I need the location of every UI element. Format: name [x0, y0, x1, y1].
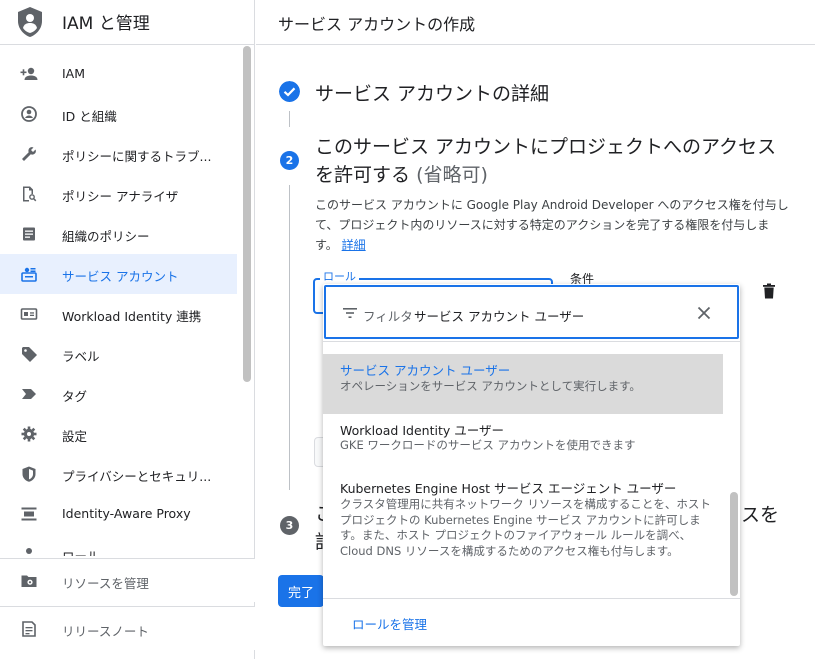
- sidebar-item-policy-troubleshooter[interactable]: ポリシーに関するトラブ...: [0, 134, 237, 174]
- id-card-icon: [20, 308, 38, 320]
- proxy-icon: [21, 507, 37, 521]
- step2-title-text: このサービス アカウントにプロジェクトへのアクセスを許可する: [315, 136, 777, 186]
- sidebar-item-label: Workload Identity 連携: [62, 309, 202, 324]
- sidebar-item-service-accounts[interactable]: サービス アカウント: [0, 254, 237, 294]
- sidebar-bottom-label: リリースノート: [62, 624, 149, 639]
- sidebar: IAM と管理 IAM ID と組織 ポリシーに関するトラブ... ポリシー ア…: [0, 0, 255, 659]
- role-option-description: オペレーションをサービス アカウントとして実行します。: [340, 379, 641, 393]
- role-dropdown: フィルタ サービス アカウント ユーザー サービス アカウント ユーザー オペレ…: [323, 284, 740, 646]
- sidebar-scrollbar[interactable]: [243, 46, 251, 382]
- tag-icon: [22, 347, 37, 362]
- gear-icon: [21, 426, 37, 442]
- filter-value: サービス アカウント ユーザー: [414, 309, 585, 324]
- sidebar-item-privacy-security[interactable]: プライバシーとセキュリ...: [0, 454, 237, 494]
- shield-icon: [22, 466, 36, 482]
- role-filter-input[interactable]: フィルタ サービス アカウント ユーザー: [324, 285, 739, 339]
- list-doc-icon: [23, 227, 35, 241]
- role-icon: [26, 548, 32, 554]
- filter-label: フィルタ: [363, 309, 413, 324]
- sidebar-item-label: Identity-Aware Proxy: [62, 506, 191, 521]
- role-option-description: GKE ワークロードのサービス アカウントを使用できます: [340, 438, 636, 452]
- sidebar-item-label: 設定: [62, 429, 88, 444]
- done-button[interactable]: 完了: [278, 575, 324, 607]
- sidebar-item-settings[interactable]: 設定: [0, 414, 237, 454]
- role-option-name: Kubernetes Engine Host サービス エージェント ユーザー: [340, 481, 677, 496]
- iam-shield-icon: [18, 7, 42, 37]
- sidebar-manage-resources[interactable]: リソースを管理: [0, 558, 255, 602]
- step-complete-check-icon: [279, 81, 300, 102]
- role-option-workload-identity-user[interactable]: Workload Identity ユーザー GKE ワークロードのサービス ア…: [323, 414, 723, 469]
- sidebar-item-identity-aware-proxy[interactable]: Identity-Aware Proxy: [0, 494, 237, 534]
- service-account-icon: [21, 267, 37, 282]
- add-person-icon: [20, 67, 38, 80]
- learn-more-link[interactable]: 詳細: [342, 238, 366, 252]
- sidebar-item-policy-analyzer[interactable]: ポリシー アナライザ: [0, 174, 237, 214]
- page-title: サービス アカウントの作成: [278, 15, 476, 34]
- role-option-name: サービス アカウント ユーザー: [340, 363, 511, 378]
- step2-optional: (省略可): [416, 164, 488, 186]
- step-connector: [289, 185, 290, 490]
- sidebar-header: IAM と管理: [0, 0, 254, 45]
- step3-number: 3: [280, 516, 299, 535]
- sidebar-item-tags[interactable]: タグ: [0, 374, 237, 414]
- step2-title: このサービス アカウントにプロジェクトへのアクセスを許可する (省略可): [315, 133, 795, 189]
- role-option-description: クラスタ管理用に共有ネットワーク リソースを構成することを、ホスト プロジェクト…: [340, 497, 711, 558]
- notes-icon: [22, 621, 36, 637]
- manage-roles-link[interactable]: ロールを管理: [352, 614, 427, 633]
- step2-number: 2: [280, 151, 299, 170]
- arrow-tag-icon: [22, 389, 36, 399]
- sidebar-item-labels[interactable]: ラベル: [0, 334, 237, 374]
- step2-description-text: このサービス アカウントに Google Play Android Develo…: [315, 198, 789, 252]
- document-search-icon: [23, 186, 37, 202]
- sidebar-item-workload-identity[interactable]: Workload Identity 連携: [0, 294, 237, 334]
- sidebar-item-label: ラベル: [62, 349, 100, 364]
- step-connector: [289, 111, 290, 127]
- role-option-kubernetes-host-agent-user[interactable]: Kubernetes Engine Host サービス エージェント ユーザー …: [323, 472, 723, 582]
- sidebar-item-iam[interactable]: IAM: [0, 54, 237, 94]
- sidebar-item-label: ロール: [62, 546, 100, 556]
- sidebar-release-notes[interactable]: リリースノート: [0, 606, 255, 650]
- sidebar-item-label: タグ: [62, 389, 88, 404]
- sidebar-title: IAM と管理: [62, 14, 150, 34]
- sidebar-item-label: 組織のポリシー: [62, 229, 150, 244]
- role-label: ロール: [320, 268, 359, 284]
- step3-title-tail: スを: [741, 504, 780, 526]
- main-header: サービス アカウントの作成: [256, 0, 815, 45]
- dropdown-scrollbar[interactable]: [730, 492, 738, 596]
- clear-filter-icon[interactable]: [697, 306, 711, 320]
- account-circle-icon: [21, 106, 37, 122]
- folder-gear-icon: [21, 575, 37, 587]
- sidebar-item-label: IAM: [62, 66, 86, 81]
- filter-icon: [343, 308, 357, 318]
- delete-icon[interactable]: [762, 283, 776, 299]
- step1-title[interactable]: サービス アカウントの詳細: [315, 79, 549, 106]
- role-option-name: Workload Identity ユーザー: [340, 423, 504, 438]
- step2-description: このサービス アカウントに Google Play Android Develo…: [315, 195, 790, 255]
- divider: [323, 341, 740, 342]
- role-option-service-account-user[interactable]: サービス アカウント ユーザー オペレーションをサービス アカウントとして実行し…: [323, 354, 723, 414]
- sidebar-item-identity-org[interactable]: ID と組織: [0, 94, 237, 134]
- sidebar-item-label: ポリシーに関するトラブ...: [62, 149, 212, 164]
- sidebar-item-label: ID と組織: [62, 109, 117, 124]
- sidebar-item-roles[interactable]: ロール: [0, 534, 237, 556]
- sidebar-item-label: サービス アカウント: [62, 269, 179, 284]
- sidebar-item-label: ポリシー アナライザ: [62, 189, 179, 204]
- sidebar-bottom-label: リソースを管理: [62, 576, 149, 591]
- sidebar-item-label: プライバシーとセキュリ...: [62, 469, 212, 484]
- wrench-icon: [22, 147, 36, 161]
- sidebar-item-org-policies[interactable]: 組織のポリシー: [0, 214, 237, 254]
- divider: [323, 598, 740, 599]
